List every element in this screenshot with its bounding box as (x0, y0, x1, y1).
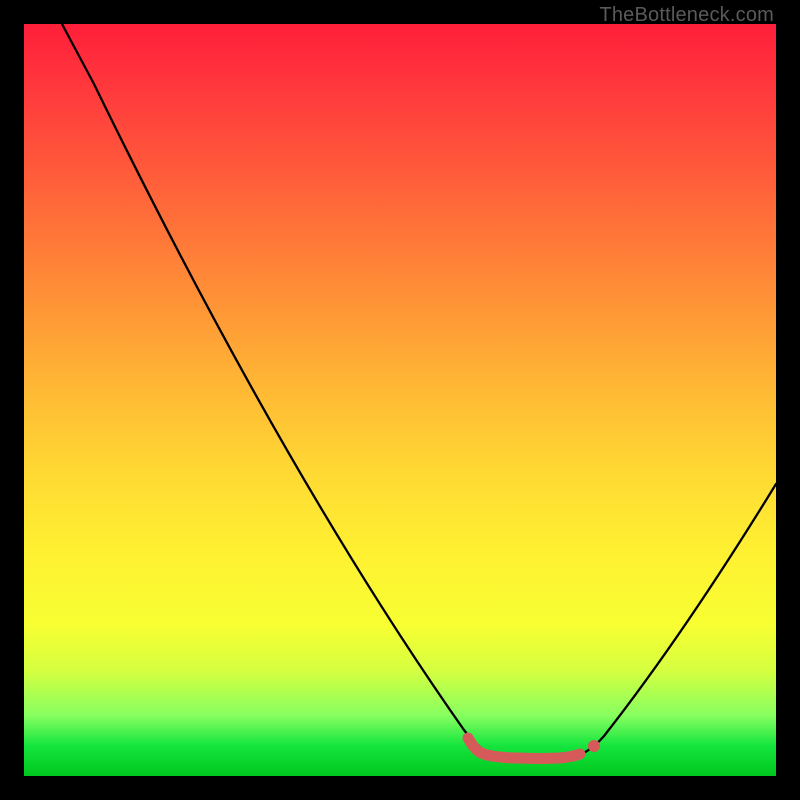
chart-overlay (24, 24, 776, 776)
bottleneck-curve (62, 24, 776, 759)
chart-container: TheBottleneck.com (0, 0, 800, 800)
optimal-range-marker (468, 738, 580, 759)
optimal-point-dot (588, 740, 600, 752)
